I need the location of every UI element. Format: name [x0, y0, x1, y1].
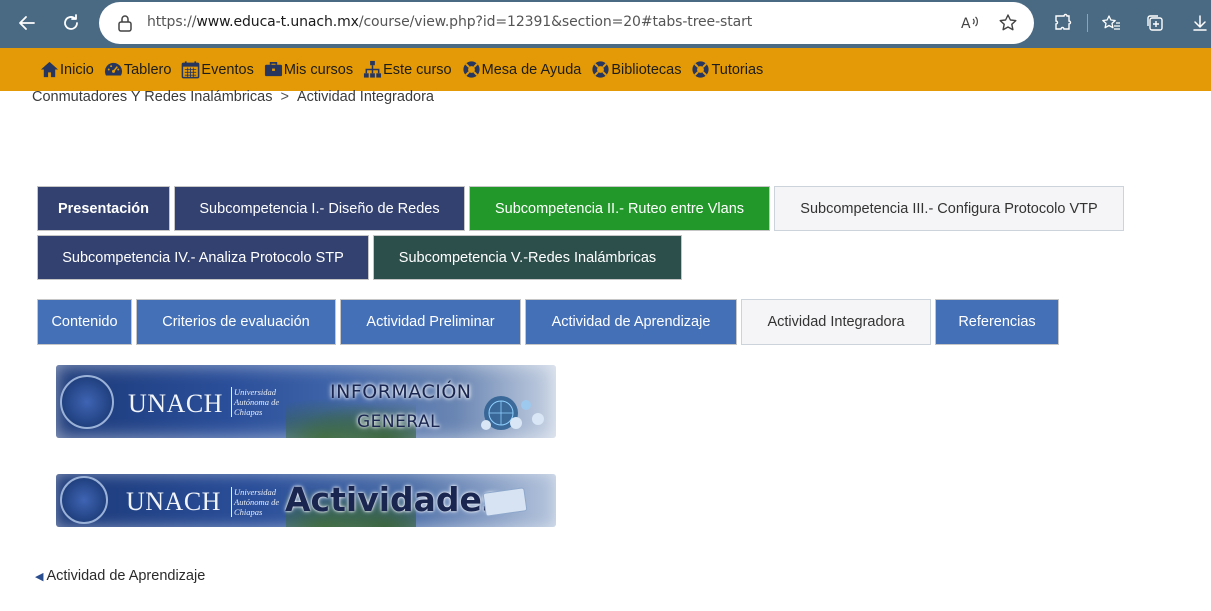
dashboard-icon — [104, 62, 122, 76]
nav-item-eventos[interactable]: Eventos — [181, 60, 254, 79]
nav-item-label: Este curso — [383, 61, 452, 78]
banner-title-line1: INFORMACIÓN — [330, 381, 472, 403]
svg-text:A: A — [961, 16, 971, 32]
tab-criterios-de-evaluacion[interactable]: Criterios de evaluación — [136, 299, 336, 345]
nav-item-label: Inicio — [60, 61, 94, 78]
nav-item-label: Mis cursos — [283, 61, 354, 78]
home-icon — [40, 61, 59, 78]
banner-title: Actividades — [285, 480, 502, 519]
tab-presentacion[interactable]: Presentación — [37, 186, 170, 231]
banner-university: Universidad Autónoma de Chiapas — [234, 487, 280, 517]
tab-label: Subcompetencia III.- Configura Protocolo… — [800, 200, 1098, 217]
breadcrumb-current: Actividad Integradora — [296, 89, 434, 105]
tab-actividad-integradora[interactable]: Actividad Integradora — [741, 299, 931, 345]
lifebuoy-icon — [592, 61, 609, 78]
tab-label: Contenido — [51, 314, 118, 330]
tab-label: Actividad Integradora — [767, 314, 905, 330]
breadcrumb-separator: > — [280, 89, 289, 105]
briefcase-icon — [264, 61, 282, 77]
left-arrow-icon: ◀ — [35, 571, 44, 583]
calendar-icon — [182, 61, 200, 79]
refresh-button[interactable] — [54, 6, 88, 40]
lifebuoy-icon — [463, 61, 480, 78]
nav-item-bibliotecas[interactable]: Bibliotecas — [591, 60, 681, 79]
tab-label: Referencias — [958, 314, 1036, 330]
tab-subcompetencia-2[interactable]: Subcompetencia II.- Ruteo entre Vlans — [469, 186, 770, 231]
unach-seal-icon — [60, 476, 108, 524]
url-path: /course/view.php?id=12391&section=20#tab… — [358, 14, 753, 30]
tab-actividad-preliminar[interactable]: Actividad Preliminar — [340, 299, 521, 345]
lock-icon[interactable] — [117, 14, 133, 32]
read-aloud-icon[interactable]: A — [960, 13, 980, 33]
actividades-banner: UNACH Universidad Autónoma de Chiapas Ac… — [56, 474, 556, 527]
url-domain: www.educa-t.unach.mx — [196, 14, 359, 30]
banner-divider — [231, 387, 232, 417]
nav-item-label: Bibliotecas — [611, 61, 682, 78]
tab-subcompetencia-1[interactable]: Subcompetencia I.- Diseño de Redes — [174, 186, 465, 231]
nav-item-label: Tablero — [123, 61, 172, 78]
tab-actividad-de-aprendizaje[interactable]: Actividad de Aprendizaje — [525, 299, 737, 345]
tab-subcompetencia-5[interactable]: Subcompetencia V.-Redes Inalámbricas — [373, 235, 682, 280]
unach-seal-icon — [60, 375, 114, 429]
nav-item-label: Eventos — [201, 61, 254, 78]
favorites-icon[interactable] — [1101, 13, 1121, 33]
toolbar-divider — [1087, 14, 1088, 32]
tab-label: Actividad de Aprendizaje — [551, 314, 711, 330]
address-bar[interactable]: https://www.educa-t.unach.mx/course/view… — [99, 2, 1034, 44]
network-globe-icon — [481, 396, 544, 430]
banner-brand: UNACH — [128, 389, 223, 418]
url-prefix: https:// — [147, 14, 197, 30]
banner-divider — [231, 487, 232, 517]
banner-title-line2: GENERAL — [357, 412, 441, 432]
document-icon — [482, 487, 528, 517]
tab-contenido[interactable]: Contenido — [37, 299, 132, 345]
nav-item-tutorias[interactable]: Tutorias — [691, 60, 763, 79]
breadcrumb: Conmutadores Y Redes Inalámbricas > Activi… — [32, 89, 434, 105]
informacion-general-banner: UNACH Universidad Autónoma de Chiapas IN… — [56, 365, 556, 438]
tab-label: Subcompetencia IV.- Analiza Protocolo ST… — [62, 249, 344, 266]
tab-subcompetencia-3[interactable]: Subcompetencia III.- Configura Protocolo… — [774, 186, 1124, 231]
sitemap-icon — [364, 60, 382, 78]
nav-item-mesa-de-ayuda[interactable]: Mesa de Ayuda — [462, 60, 582, 79]
refresh-icon — [64, 14, 78, 30]
collections-icon[interactable] — [1145, 13, 1165, 33]
favorite-star-icon[interactable] — [998, 13, 1018, 33]
nav-item-mis-cursos[interactable]: Mis cursos — [264, 60, 353, 79]
previous-activity-link[interactable]: ◀ Actividad de Aprendizaje — [35, 568, 205, 584]
tab-label: Presentación — [57, 200, 150, 217]
nav-item-label: Mesa de Ayuda — [481, 61, 582, 78]
site-navbar: Inicio Tablero Eventos Mis cursos Este c… — [0, 48, 1211, 91]
nav-item-tablero[interactable]: Tablero — [104, 60, 172, 79]
tab-subcompetencia-4[interactable]: Subcompetencia IV.- Analiza Protocolo ST… — [37, 235, 369, 280]
banner-brand: UNACH — [126, 487, 221, 516]
nav-item-inicio[interactable]: Inicio — [40, 60, 94, 79]
tab-label: Subcompetencia V.-Redes Inalámbricas — [398, 249, 657, 266]
tab-label: Subcompetencia I.- Diseño de Redes — [199, 200, 440, 217]
breadcrumb-course-link[interactable]: Conmutadores Y Redes Inalámbricas — [32, 89, 272, 105]
tab-label: Actividad Preliminar — [366, 314, 495, 330]
back-arrow-icon — [19, 16, 35, 30]
banner-university: Universidad Autónoma de Chiapas — [234, 387, 280, 417]
tab-referencias[interactable]: Referencias — [935, 299, 1059, 345]
tab-label: Criterios de evaluación — [162, 314, 310, 330]
previous-activity-label: Actividad de Aprendizaje — [46, 568, 206, 584]
nav-item-label: Tutorias — [711, 61, 764, 78]
browser-toolbar: https://www.educa-t.unach.mx/course/view… — [0, 0, 1211, 48]
extensions-icon[interactable] — [1053, 13, 1073, 33]
tab-label: Subcompetencia II.- Ruteo entre Vlans — [494, 200, 745, 217]
lifebuoy-icon — [692, 61, 710, 78]
nav-item-este-curso[interactable]: Este curso — [363, 60, 452, 79]
url-text[interactable]: https://www.educa-t.unach.mx/course/view… — [147, 14, 752, 30]
back-button[interactable] — [10, 6, 44, 40]
downloads-icon[interactable] — [1190, 13, 1210, 33]
